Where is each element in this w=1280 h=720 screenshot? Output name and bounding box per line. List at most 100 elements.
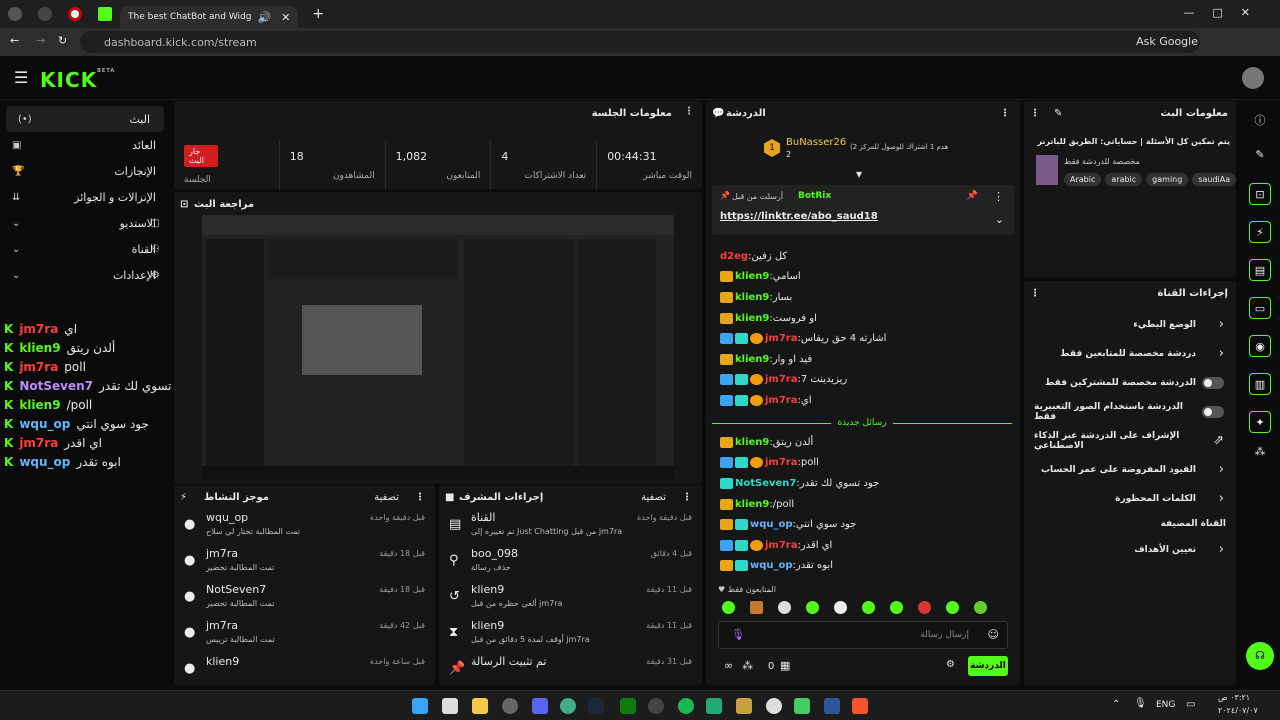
chrome-icon[interactable] [560,698,576,714]
mod-action-item[interactable]: ▤ القناة تم تغييره إلى Just Chatting من قب… [439,509,702,545]
discord-icon[interactable] [532,698,548,714]
app-icon[interactable] [502,698,518,714]
sidebar-item-drops[interactable]: ⇊ الإنزالات و الجوائز [0,184,170,210]
app-icon[interactable] [766,698,782,714]
chat-icon[interactable]: ▭ [1249,297,1271,319]
tab-favicon[interactable] [68,7,82,21]
network-icon[interactable]: ▭ [1186,699,1195,710]
chat-message[interactable]: jm7ra: poll [706,453,1006,474]
new-tab-icon[interactable]: + [312,6,324,22]
activity-item[interactable]: ● jm7ra تمت المطالبة ترييس قبل 42 دقيقة [174,617,435,653]
pinned-link[interactable]: https://linktr.ee/abo_saud18 [720,211,878,222]
edit-icon[interactable]: ✎ [1240,148,1280,161]
chat-message[interactable]: d2eg: كل زفين [706,246,1006,267]
app-icon[interactable] [706,698,722,714]
users-icon[interactable]: ⁂ [742,659,753,672]
xbox-icon[interactable] [620,698,636,714]
emote-icon[interactable] [806,601,819,614]
emote-icon[interactable] [890,601,903,614]
tab-close-icon[interactable]: ✕ [281,11,290,24]
sidebar-item-stream[interactable]: (•) البث [6,106,164,132]
app-icon[interactable] [824,698,840,714]
activity-item[interactable]: ● jm7ra تمت المطالبة تحضير قبل 18 دقيقة [174,545,435,581]
menu-icon[interactable]: ☰ [14,68,28,87]
stream-tag[interactable]: saudiAa [1192,173,1237,186]
edit-icon[interactable]: ✎ [1054,108,1062,119]
mod-action-item[interactable]: ↺ klien9 ألغي حظره من قبل jm7ra قبل 11 دقيق… [439,581,702,617]
active-tab[interactable]: The best ChatBot and Widg 🔊 ✕ [120,6,299,28]
app-icon[interactable] [794,698,810,714]
tray-chevron-icon[interactable]: ⌃ [1112,699,1120,710]
users-icon[interactable]: ⁂ [1240,445,1280,458]
layout-icon[interactable]: ▥ [1249,373,1271,395]
chat-message[interactable]: jm7ra: اشارته 4 حق ريفاس [706,328,1006,349]
chat-message[interactable]: klien9: بسار [706,287,1006,308]
language-indicator[interactable]: ENG [1156,700,1175,710]
tab-favicon[interactable] [38,7,52,21]
reload-icon[interactable]: ↻ [58,34,67,47]
wrench-icon[interactable]: ✦ [1249,411,1271,433]
gift-icon[interactable]: ▦ [780,659,790,672]
more-icon[interactable]: ⋮ [684,106,694,117]
send-chat-button[interactable]: الدردشة [968,656,1008,676]
chat-message[interactable]: wqu_op: ابوه تقدر [706,556,1006,577]
mic-icon[interactable]: 🎙 [1134,698,1147,709]
kick-logo[interactable]: KICKBETA [40,68,115,92]
kick-tab-favicon[interactable] [98,7,112,21]
emote-icon[interactable] [750,601,763,614]
tab-audio-icon[interactable]: 🔊 [257,11,271,24]
toggle-switch[interactable] [1202,405,1224,418]
more-icon[interactable]: ⋮ [1030,288,1040,299]
brave-icon[interactable] [852,698,868,714]
steam-icon[interactable] [588,698,604,714]
channel-action-row[interactable]: الوضع البطيء › [1024,310,1236,339]
spotify-icon[interactable] [678,698,694,714]
app-icon[interactable] [648,698,664,714]
sidebar-item-revenue[interactable]: ▣ العائد [0,132,170,158]
folder-icon[interactable] [472,698,488,714]
clip-icon[interactable]: ⊡ [1249,183,1271,205]
stream-tag[interactable]: arabic [1105,173,1143,186]
tab-search-icon[interactable] [8,7,22,21]
emote-icon[interactable] [834,601,847,614]
avatar[interactable] [1242,67,1264,89]
channel-action-row[interactable]: الدردشة مخصصة للمشتركين فقط [1024,368,1236,397]
url-field[interactable]: dashboard.kick.com/stream [80,31,1200,53]
chat-input[interactable]: 🎙 إرسال رسالة ☺ [718,621,1008,649]
stream-preview-video[interactable] [202,215,674,480]
poll-icon[interactable]: ▤ [1249,259,1271,281]
channel-action-row[interactable]: الدردشة باستخدام الصور التعبيرية فقط [1024,397,1236,426]
chevron-down-icon[interactable]: ⌄ [995,213,1004,226]
back-icon[interactable]: ← [10,34,19,47]
infinity-icon[interactable]: ∞ [724,659,733,672]
channel-action-row[interactable]: الإشراف على الدردشة عبر الذكاء الاصطناعي… [1024,426,1236,455]
more-icon[interactable]: ⋮ [1030,108,1040,119]
channel-action-row[interactable]: القيود المفروضة على عمر الحساب › [1024,455,1236,484]
mod-action-item[interactable]: ⧗ klien9 أوقف لمدة 5 دقائق من قبل jm7ra قبل… [439,617,702,653]
activity-item[interactable]: ● wqu_op تمت المطالبة تختار لي سلاح قبل دقي… [174,509,435,545]
toggle-switch[interactable] [1202,376,1224,389]
mod-action-item[interactable]: 📌 تم تثبيت الرسالة قبل 31 دقيقة [439,653,702,689]
sidebar-item-achievements[interactable]: 🏆 الإنجازات [0,158,170,184]
chat-message[interactable]: NotSeven7: جود تسوي لك تقدر [706,473,1006,494]
activity-item[interactable]: ● klien9 قبل ساعة واحدة [174,653,435,689]
chat-message[interactable]: klien9: فيد او وار [706,349,1006,370]
chat-message[interactable]: klien9: اسامي [706,267,1006,288]
emote-icon[interactable] [974,601,987,614]
more-icon[interactable]: ⋮ [415,492,425,503]
chat-message[interactable]: jm7ra: ريزيدينت 7 [706,370,1006,391]
sidebar-item-studio[interactable]: ⌄ الاستديو ▢ [0,210,170,236]
support-icon[interactable]: ☊ [1246,642,1274,670]
activity-item[interactable]: ● NotSeven7 تمت المطالبة تحضير قبل 18 دقيقة [174,581,435,617]
stream-tag[interactable]: gaming [1146,173,1189,186]
window-controls[interactable]: —□✕ [1183,6,1268,19]
emote-icon[interactable] [722,601,735,614]
chat-message[interactable]: wqu_op: جود سوي انتي [706,514,1006,535]
more-icon[interactable]: ⋮ [1000,108,1010,119]
unpin-icon[interactable]: 📌 [967,191,978,201]
channel-action-row[interactable]: دردشة مخصصة للمتابعين فقط › [1024,339,1236,368]
store-icon[interactable] [442,698,458,714]
sidebar-item-channel[interactable]: ⌄ القناة ⚇ [0,236,170,262]
chat-message[interactable]: jm7ra: اي [706,390,1006,411]
mic-icon[interactable]: 🎙 [731,628,745,641]
